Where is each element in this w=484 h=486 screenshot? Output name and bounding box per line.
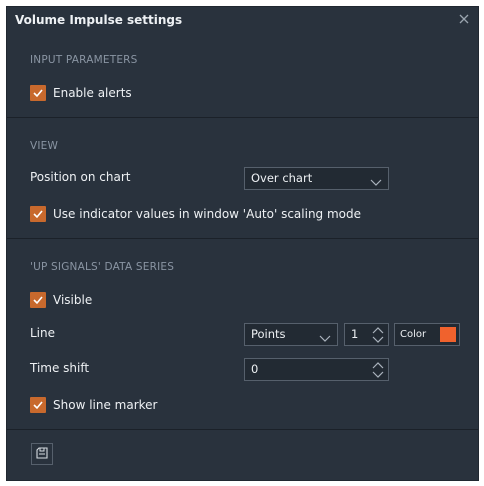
dialog-titlebar: Volume Impulse settings bbox=[7, 7, 478, 33]
show-line-marker-checkbox[interactable]: Show line marker bbox=[30, 396, 157, 414]
section-divider bbox=[7, 429, 478, 430]
section-heading-up-signals: 'UP SIGNALS' DATA SERIES bbox=[30, 261, 175, 273]
auto-scaling-checkbox[interactable]: Use indicator values in window 'Auto' sc… bbox=[30, 205, 361, 223]
show-line-marker-label: Show line marker bbox=[53, 398, 158, 412]
chevron-down-icon bbox=[370, 173, 382, 194]
section-heading-input-parameters: INPUT PARAMETERS bbox=[30, 54, 138, 66]
checkmark-icon bbox=[30, 85, 46, 101]
line-label: Line bbox=[30, 326, 56, 340]
checkmark-icon bbox=[30, 206, 46, 222]
settings-dialog: Volume Impulse settings INPUT PARAMETERS… bbox=[6, 6, 479, 481]
line-style-value: Points bbox=[251, 327, 286, 341]
close-icon[interactable] bbox=[456, 11, 472, 27]
checkmark-icon bbox=[30, 292, 46, 308]
position-on-chart-value: Over chart bbox=[251, 171, 313, 185]
position-on-chart-select[interactable]: Over chart bbox=[244, 167, 389, 190]
spin-arrows-icon[interactable] bbox=[372, 360, 384, 380]
save-template-button[interactable] bbox=[31, 443, 53, 465]
color-picker-button[interactable]: Color bbox=[394, 323, 460, 346]
checkmark-icon bbox=[30, 397, 46, 413]
spin-arrows-icon[interactable] bbox=[372, 325, 384, 345]
section-divider bbox=[7, 238, 478, 239]
line-width-value: 1 bbox=[351, 327, 359, 341]
line-style-select[interactable]: Points bbox=[244, 323, 338, 346]
section-divider bbox=[7, 117, 478, 118]
section-heading-view: VIEW bbox=[30, 140, 59, 152]
visible-checkbox[interactable]: Visible bbox=[30, 291, 92, 309]
time-shift-spinner[interactable]: 0 bbox=[244, 358, 389, 381]
color-label: Color bbox=[400, 329, 427, 340]
auto-scaling-label: Use indicator values in window 'Auto' sc… bbox=[53, 207, 362, 221]
save-template-icon bbox=[35, 445, 49, 464]
chevron-down-icon bbox=[319, 329, 331, 350]
color-swatch bbox=[440, 327, 456, 342]
time-shift-value: 0 bbox=[251, 362, 259, 376]
enable-alerts-label: Enable alerts bbox=[53, 86, 132, 100]
line-width-spinner[interactable]: 1 bbox=[344, 323, 389, 346]
time-shift-label: Time shift bbox=[30, 361, 90, 375]
enable-alerts-checkbox[interactable]: Enable alerts bbox=[30, 84, 132, 102]
dialog-title: Volume Impulse settings bbox=[15, 13, 183, 27]
position-on-chart-label: Position on chart bbox=[30, 170, 131, 184]
visible-label: Visible bbox=[53, 293, 93, 307]
